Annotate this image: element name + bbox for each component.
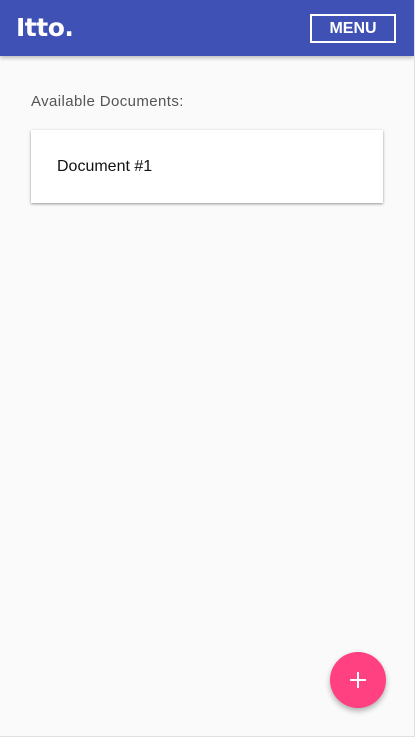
app-screen: Itto. MENU Available Documents: Document… xyxy=(0,0,415,737)
section-label: Available Documents: xyxy=(31,93,184,110)
app-bar: Itto. MENU xyxy=(0,0,414,56)
document-title: Document #1 xyxy=(57,158,153,175)
menu-button[interactable]: MENU xyxy=(310,14,396,43)
app-logo: Itto. xyxy=(16,13,74,42)
add-document-button[interactable] xyxy=(330,652,386,708)
plus-icon xyxy=(350,672,366,688)
document-card[interactable]: Document #1 xyxy=(31,130,383,203)
